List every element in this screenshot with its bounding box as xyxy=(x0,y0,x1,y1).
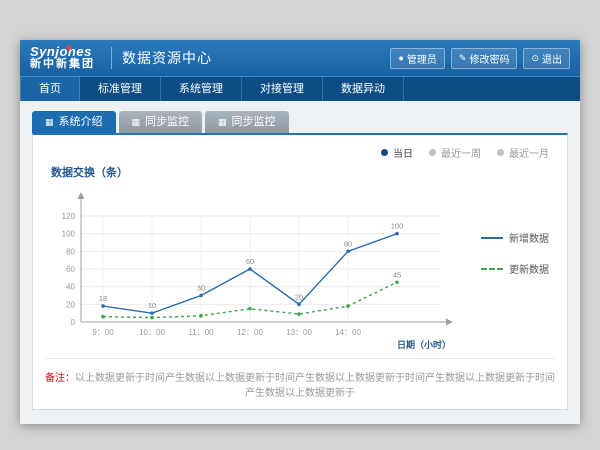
svg-text:45: 45 xyxy=(393,270,401,279)
logo-subtitle: 新中新集团 xyxy=(30,59,99,71)
chart-panel: 当日 最近一周 最近一月 数据交换（条） 0 20 40 60 80 100 120 9：00… xyxy=(32,133,568,410)
tab-sync-monitor-1-label: 同步监控 xyxy=(145,111,189,133)
svg-text:100: 100 xyxy=(391,222,404,231)
filter-today[interactable]: 当日 xyxy=(381,145,413,160)
line-chart: 0 20 40 60 80 100 120 9：00 10：00 11：00 12：00 13：00 1… xyxy=(45,182,481,354)
header-divider xyxy=(111,47,112,69)
power-icon: ⊙ xyxy=(531,54,539,63)
tab-sync-monitor-2-label: 同步监控 xyxy=(232,111,276,133)
page-title: 数据资源中心 xyxy=(122,48,212,68)
svg-text:30: 30 xyxy=(197,284,205,293)
svg-text:100: 100 xyxy=(62,230,76,239)
nav-item-data-changes[interactable]: 数据异动 xyxy=(323,77,404,101)
svg-text:日期（小时）: 日期（小时） xyxy=(397,339,451,350)
legend-item-update-data[interactable]: 更新数据 xyxy=(481,261,551,276)
filter-last-month-label: 最近一月 xyxy=(509,145,549,160)
nav-item-standard-mgmt[interactable]: 标准管理 xyxy=(80,77,161,101)
series-legend: 新增数据 更新数据 xyxy=(481,182,551,292)
dashed-line-icon xyxy=(481,268,503,270)
svg-text:20: 20 xyxy=(295,292,303,301)
admin-button[interactable]: ● 管理员 xyxy=(390,48,444,69)
footnote: 备注：以上数据更新于时间产生数据以上数据更新于时间产生数据以上数据更新于时间产生… xyxy=(45,358,555,399)
svg-text:10：00: 10：00 xyxy=(139,328,165,337)
solid-line-icon xyxy=(481,237,503,239)
legend-update-data-label: 更新数据 xyxy=(509,261,549,276)
svg-text:120: 120 xyxy=(62,212,76,221)
svg-text:60: 60 xyxy=(246,257,254,266)
svg-text:13：00: 13：00 xyxy=(286,328,312,337)
tab-bar: ▦ 系统介绍 ▦ 同步监控 ▦ 同步监控 xyxy=(32,111,568,133)
change-password-label: 修改密码 xyxy=(469,51,509,66)
main-nav: 首页 标准管理 系统管理 对接管理 数据异动 xyxy=(20,76,580,101)
svg-text:12：00: 12：00 xyxy=(237,328,263,337)
y-axis-title: 数据交换（条） xyxy=(51,164,555,180)
svg-text:40: 40 xyxy=(66,283,75,292)
edit-icon: ✎ xyxy=(459,54,467,63)
filter-dot-icon xyxy=(429,149,436,156)
filter-dot-icon xyxy=(497,149,504,156)
logo: Synjones✱ 新中新集团 xyxy=(30,45,99,70)
svg-text:11：00: 11：00 xyxy=(188,328,214,337)
svg-text:9：00: 9：00 xyxy=(92,328,114,337)
tab-sync-monitor-1[interactable]: ▦ 同步监控 xyxy=(119,111,203,133)
svg-text:20: 20 xyxy=(66,300,75,309)
svg-text:0: 0 xyxy=(71,318,76,327)
footnote-label: 备注： xyxy=(45,373,75,384)
nav-item-home[interactable]: 首页 xyxy=(20,77,80,101)
header-actions: ● 管理员 ✎ 修改密码 ⊙ 退出 xyxy=(390,48,570,69)
filter-dot-icon xyxy=(381,149,388,156)
filter-last-week[interactable]: 最近一周 xyxy=(429,145,481,160)
nav-item-integration-mgmt[interactable]: 对接管理 xyxy=(242,77,323,101)
svg-text:14：00: 14：00 xyxy=(335,328,361,337)
tab-sync-monitor-2[interactable]: ▦ 同步监控 xyxy=(205,111,289,133)
logo-star-icon: ✱ xyxy=(66,44,73,53)
logout-button-label: 退出 xyxy=(542,51,562,66)
grid-icon: ▦ xyxy=(132,111,141,133)
time-filter-row: 当日 最近一周 最近一月 xyxy=(45,143,555,164)
legend-item-new-data[interactable]: 新增数据 xyxy=(481,230,551,245)
svg-text:10: 10 xyxy=(148,301,156,310)
filter-last-month[interactable]: 最近一月 xyxy=(497,145,549,160)
svg-text:60: 60 xyxy=(66,265,75,274)
user-icon: ● xyxy=(398,54,403,63)
legend-new-data-label: 新增数据 xyxy=(509,230,549,245)
grid-icon: ▦ xyxy=(45,111,54,133)
svg-text:80: 80 xyxy=(66,247,75,256)
logout-button[interactable]: ⊙ 退出 xyxy=(523,48,570,69)
chart-row: 0 20 40 60 80 100 120 9：00 10：00 11：00 12：00 13：00 1… xyxy=(45,182,555,354)
filter-today-label: 当日 xyxy=(393,145,413,160)
app-window: Synjones✱ 新中新集团 数据资源中心 ● 管理员 ✎ 修改密码 ⊙ 退出… xyxy=(20,40,580,424)
tab-system-intro[interactable]: ▦ 系统介绍 xyxy=(32,111,116,133)
header: Synjones✱ 新中新集团 数据资源中心 ● 管理员 ✎ 修改密码 ⊙ 退出 xyxy=(20,40,580,76)
nav-item-system-mgmt[interactable]: 系统管理 xyxy=(161,77,242,101)
content-area: ▦ 系统介绍 ▦ 同步监控 ▦ 同步监控 当日 最近一周 xyxy=(20,101,580,424)
svg-text:18: 18 xyxy=(99,294,107,303)
grid-icon: ▦ xyxy=(218,111,227,133)
admin-button-label: 管理员 xyxy=(407,51,437,66)
svg-text:80: 80 xyxy=(344,239,352,248)
filter-last-week-label: 最近一周 xyxy=(441,145,481,160)
tab-system-intro-label: 系统介绍 xyxy=(59,111,103,133)
change-password-button[interactable]: ✎ 修改密码 xyxy=(451,48,518,69)
footnote-text: 以上数据更新于时间产生数据以上数据更新于时间产生数据以上数据更新于时间产生数据以… xyxy=(75,373,555,399)
